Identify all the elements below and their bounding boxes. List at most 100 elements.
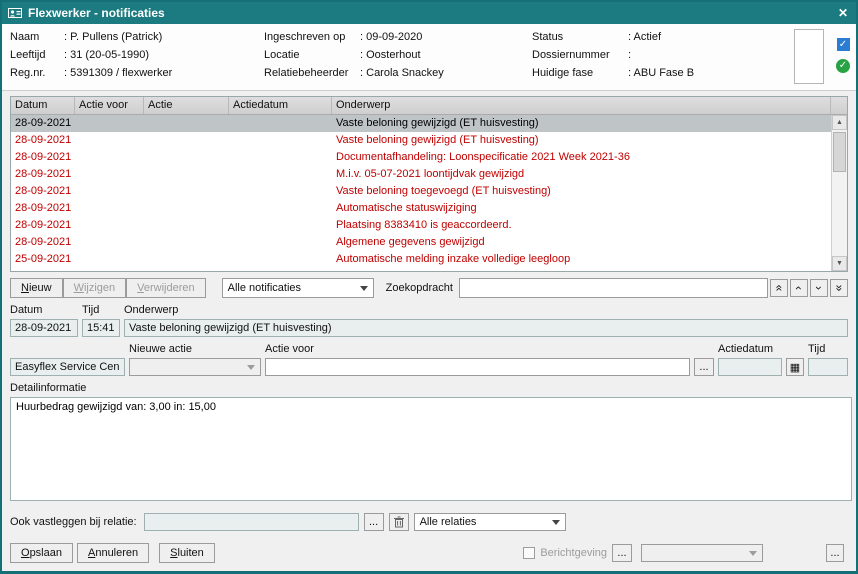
scroll-down-icon[interactable]: ▼ — [832, 256, 847, 271]
scroll-prev-button[interactable]: ‹ — [790, 279, 808, 297]
detailinformatie-label: Detailinformatie — [10, 382, 848, 395]
header-checkbox[interactable]: ✓ — [837, 38, 850, 51]
flexwerker-header-panel: NaamP. Pullens (Patrick) Leeftijd31 (20-… — [2, 24, 856, 91]
trash-icon[interactable] — [389, 513, 409, 531]
opslaan-button[interactable]: Opslaan — [10, 543, 73, 563]
close-icon[interactable]: ✕ — [838, 6, 848, 20]
search-input[interactable] — [459, 278, 768, 298]
cell-onderwerp: Vaste beloning gewijzigd (ET huisvesting… — [332, 115, 831, 132]
scroll-first-button[interactable]: « — [770, 279, 788, 297]
table-row[interactable]: 28-09-2021Algemene gegevens gewijzigd — [11, 234, 831, 251]
detailinformatie-textarea[interactable]: Huurbedrag gewijzigd van: 3,00 in: 15,00 — [10, 397, 852, 501]
cell-actiedatum — [229, 166, 332, 183]
berichtgeving-select[interactable] — [641, 544, 763, 562]
cell-actievoor — [75, 251, 144, 268]
cell-actiedatum — [229, 183, 332, 200]
verwijderen-button[interactable]: Verwijderen — [126, 278, 205, 298]
title-bar: Flexwerker - notificaties ✕ — [2, 2, 856, 24]
annuleren-button[interactable]: Annuleren — [77, 543, 149, 563]
double-chevron-up-icon: « — [774, 285, 784, 292]
calendar-icon[interactable]: ▦ — [786, 358, 804, 376]
relatie-filter-select[interactable]: Alle relaties — [414, 513, 566, 531]
table-row[interactable]: 28-09-2021 Documentafhandeling: Loonspeci… — [11, 149, 831, 166]
dossiernummer-label: Dossiernummer — [532, 48, 628, 62]
column-header-datum[interactable]: Datum — [11, 97, 75, 114]
sluiten-button[interactable]: Sluiten — [159, 543, 215, 563]
cell-actie — [144, 166, 229, 183]
cell-actie — [144, 132, 229, 149]
wijzigen-button[interactable]: Wijzigen — [63, 278, 127, 298]
relatie-row: Ook vastleggen bij relatie: ... Alle rel… — [10, 513, 848, 531]
scroll-last-button[interactable]: » — [830, 279, 848, 297]
cell-actie — [144, 200, 229, 217]
cell-actie — [144, 183, 229, 200]
actiedatum-field[interactable] — [718, 358, 782, 376]
regnr-label: Reg.nr. — [10, 66, 64, 80]
ingeschreven-label: Ingeschreven op — [264, 30, 360, 44]
flexwerker-notificaties-window: Flexwerker - notificaties ✕ NaamP. Pulle… — [0, 0, 858, 574]
form-labels-row-1: Datum Tijd Onderwerp — [10, 304, 848, 317]
nieuwe-actie-select[interactable] — [129, 358, 261, 376]
relatie-field[interactable] — [144, 513, 359, 531]
label-spacer — [694, 343, 714, 356]
regnr-value: 5391309 / flexwerker — [64, 66, 172, 80]
chevron-down-icon — [247, 365, 255, 370]
cell-actievoor — [75, 149, 144, 166]
datum-label: Datum — [10, 304, 78, 317]
cell-datum: 28-09-2021 — [11, 115, 75, 132]
form-labels-row-2: Nieuwe actie Actie voor Actiedatum Tijd — [10, 343, 848, 356]
actie-voor-browse-button[interactable]: ... — [694, 358, 714, 376]
header-column-2: Ingeschreven op09-09-2020 LocatieOosterh… — [264, 30, 532, 86]
table-row[interactable]: 28-09-2021Automatische statuswijziging — [11, 200, 831, 217]
cell-actiedatum — [229, 234, 332, 251]
table-row[interactable]: 28-09-2021Vaste beloning toegevoegd (ET … — [11, 183, 831, 200]
onderwerp-field: Vaste beloning gewijzigd (ET huisvesting… — [124, 319, 848, 337]
cell-onderwerp: Vaste beloning toegevoegd (ET huisvestin… — [332, 183, 831, 200]
scrollbar-thumb[interactable] — [833, 132, 846, 172]
cell-actievoor — [75, 115, 144, 132]
cell-actiedatum — [229, 217, 332, 234]
table-row[interactable]: 28-09-2021M.i.v. 05-07-2021 loontijdvak … — [11, 166, 831, 183]
tijd2-field[interactable] — [808, 358, 848, 376]
cell-actievoor — [75, 132, 144, 149]
vertical-scrollbar[interactable]: ▲ ▼ — [831, 115, 847, 271]
footer-mini-browse-button[interactable]: ... — [826, 544, 844, 562]
chevron-down-icon — [360, 286, 368, 291]
tijd-field: 15:41 — [82, 319, 120, 337]
table-row[interactable]: 28-09-2021 Vaste beloning gewijzigd (ET h… — [11, 115, 831, 132]
cell-actievoor — [75, 166, 144, 183]
table-row[interactable]: 28-09-2021Vaste beloning gewijzigd (ET h… — [11, 132, 831, 149]
relatie-browse-button[interactable]: ... — [364, 513, 384, 531]
scroll-up-icon[interactable]: ▲ — [832, 115, 847, 130]
table-row[interactable]: 25-09-2021Automatische melding inzake vo… — [11, 251, 831, 268]
berichtgeving-checkbox[interactable] — [523, 547, 535, 559]
column-header-actiedatum[interactable]: Actiedatum — [229, 97, 332, 114]
table-row[interactable]: 28-09-2021Plaatsing 8383410 is geaccorde… — [11, 217, 831, 234]
actie-voor-label: Actie voor — [265, 343, 690, 356]
table-body: 28-09-2021 Vaste beloning gewijzigd (ET h… — [11, 115, 831, 271]
cell-datum: 28-09-2021 — [11, 234, 75, 251]
cell-actie — [144, 251, 229, 268]
scroll-next-button[interactable]: › — [810, 279, 828, 297]
onderwerp-label: Onderwerp — [124, 304, 848, 317]
cell-actiedatum — [229, 200, 332, 217]
table-header: Datum Actie voor Actie Actiedatum Onderw… — [11, 97, 847, 115]
cell-actie — [144, 217, 229, 234]
huidige-fase-label: Huidige fase — [532, 66, 628, 80]
nieuw-button[interactable]: Nieuw — [10, 278, 63, 298]
cell-datum: 28-09-2021 — [11, 149, 75, 166]
notificatie-filter-select[interactable]: Alle notificaties — [222, 278, 374, 298]
berichtgeving-browse-button[interactable]: ... — [612, 544, 632, 562]
cell-actiedatum — [229, 251, 332, 268]
cell-actievoor — [75, 217, 144, 234]
notificatie-filter-value: Alle notificaties — [228, 282, 301, 294]
cell-actiedatum — [229, 132, 332, 149]
column-header-actie[interactable]: Actie — [144, 97, 229, 114]
cell-datum: 28-09-2021 — [11, 132, 75, 149]
cell-onderwerp: M.i.v. 05-07-2021 loontijdvak gewijzigd — [332, 166, 831, 183]
column-header-actie-voor[interactable]: Actie voor — [75, 97, 144, 114]
column-header-onderwerp[interactable]: Onderwerp — [332, 97, 831, 114]
flexwerker-icon — [8, 7, 22, 19]
actie-voor-input[interactable] — [265, 358, 690, 376]
cell-onderwerp: Documentafhandeling: Loonspecificatie 20… — [332, 149, 831, 166]
